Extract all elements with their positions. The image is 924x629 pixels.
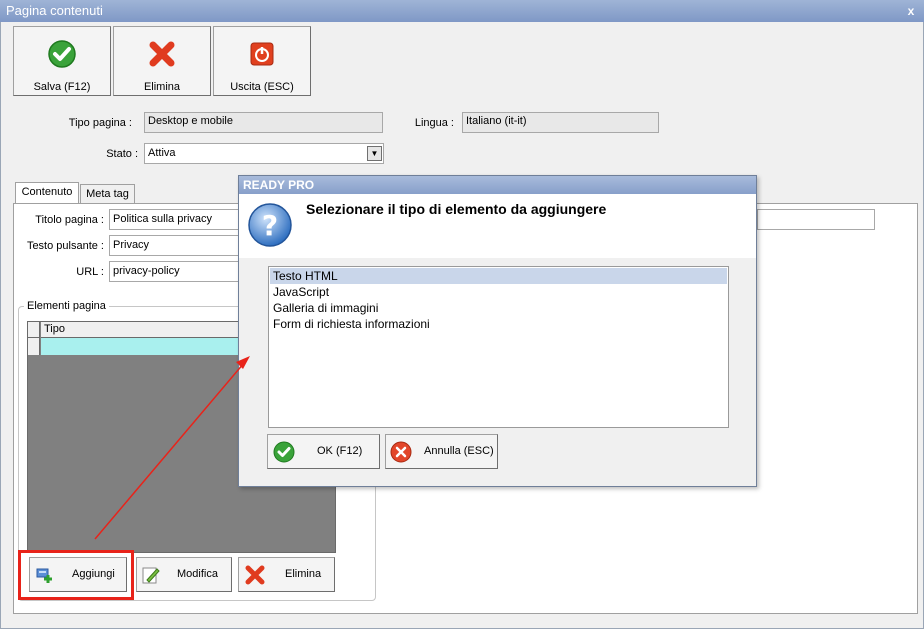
annotation-arrow [94,356,250,540]
